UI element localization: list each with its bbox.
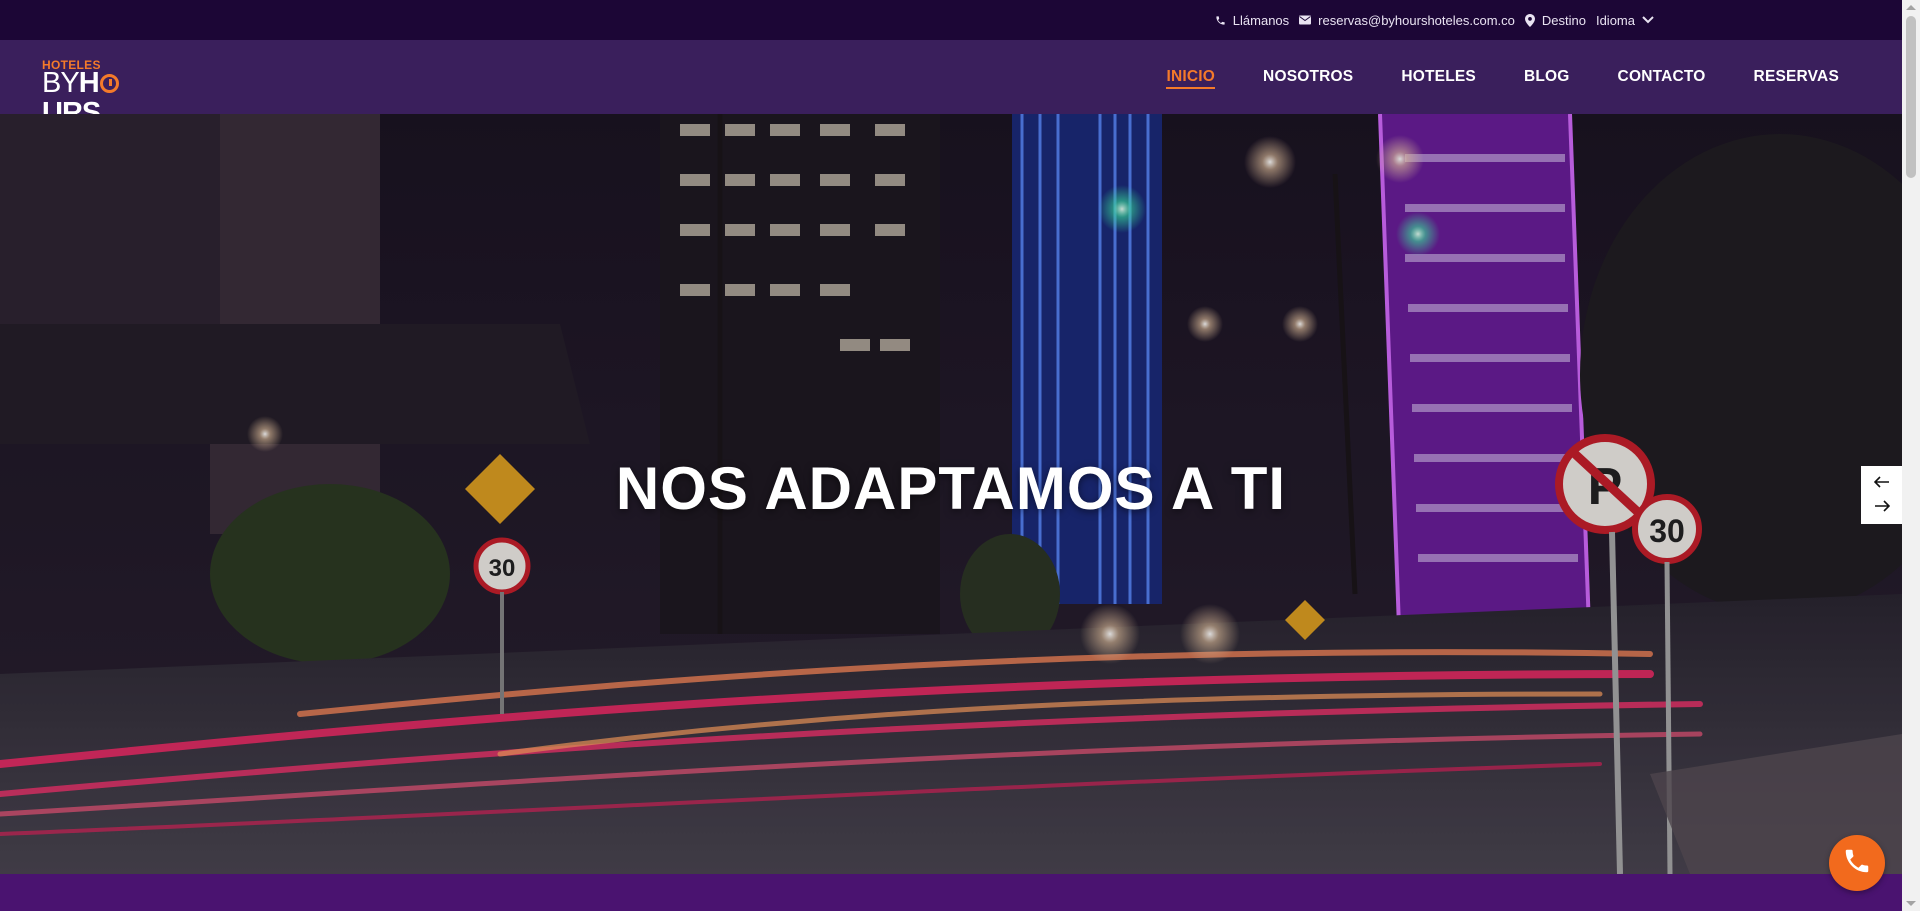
language-label: Idioma — [1595, 12, 1635, 28]
logo[interactable]: HOTELES BYHURS — [42, 58, 174, 128]
scroll-up-arrow[interactable] — [1906, 5, 1916, 10]
call-us-label: Llámanos — [1232, 12, 1290, 28]
nav-item-contacto[interactable]: CONTACTO — [1618, 68, 1706, 86]
chevron-down-icon — [1642, 16, 1654, 24]
nav-item-reservas[interactable]: RESERVAS — [1754, 68, 1839, 86]
nav-item-inicio[interactable]: INICIO — [1166, 68, 1215, 89]
phone-call-icon — [1842, 846, 1872, 881]
main-header: HOTELES BYHURS INICIO NOSOTROS HOTELES B… — [0, 40, 1902, 128]
language-dropdown[interactable]: Idioma — [1596, 13, 1654, 28]
main-nav: INICIO NOSOTROS HOTELES BLOG CONTACTO RE… — [1118, 40, 1839, 114]
nav-item-hoteles[interactable]: HOTELES — [1401, 68, 1476, 86]
whatsapp-button[interactable] — [1829, 835, 1885, 891]
scroll-thumb[interactable] — [1906, 16, 1916, 178]
arrow-right-icon — [1874, 499, 1890, 515]
destination-label: Destino — [1541, 12, 1586, 28]
prev-slide-button[interactable] — [1872, 474, 1892, 492]
map-pin-icon — [1524, 13, 1535, 27]
nav-item-nosotros[interactable]: NOSOTROS — [1263, 68, 1353, 86]
nav-item-blog[interactable]: BLOG — [1524, 68, 1570, 86]
arrow-left-icon — [1873, 475, 1890, 491]
page-scrollbar[interactable] — [1902, 0, 1920, 911]
clock-icon — [99, 74, 119, 93]
phone-icon — [1215, 15, 1226, 26]
call-us-link[interactable]: Llámanos — [1215, 13, 1289, 28]
hero-title: NOS ADAPTAMOS A TI — [615, 455, 1287, 522]
hero-slider: 30 P 30 NOS ADAPTAMOS A TI — [0, 114, 1902, 874]
slider-arrows — [1861, 466, 1902, 524]
destination-link[interactable]: Destino — [1524, 12, 1586, 28]
section-band — [0, 874, 1902, 911]
page: Llámanos reservas@byhourshoteles.com.co … — [0, 0, 1902, 911]
email-link[interactable]: reservas@byhourshoteles.com.co — [1299, 13, 1515, 28]
scroll-down-arrow[interactable] — [1906, 901, 1916, 906]
email-label: reservas@byhourshoteles.com.co — [1318, 12, 1515, 28]
next-slide-button[interactable] — [1872, 498, 1892, 516]
envelope-icon — [1299, 15, 1312, 25]
top-utility-bar: Llámanos reservas@byhourshoteles.com.co … — [0, 0, 1902, 40]
